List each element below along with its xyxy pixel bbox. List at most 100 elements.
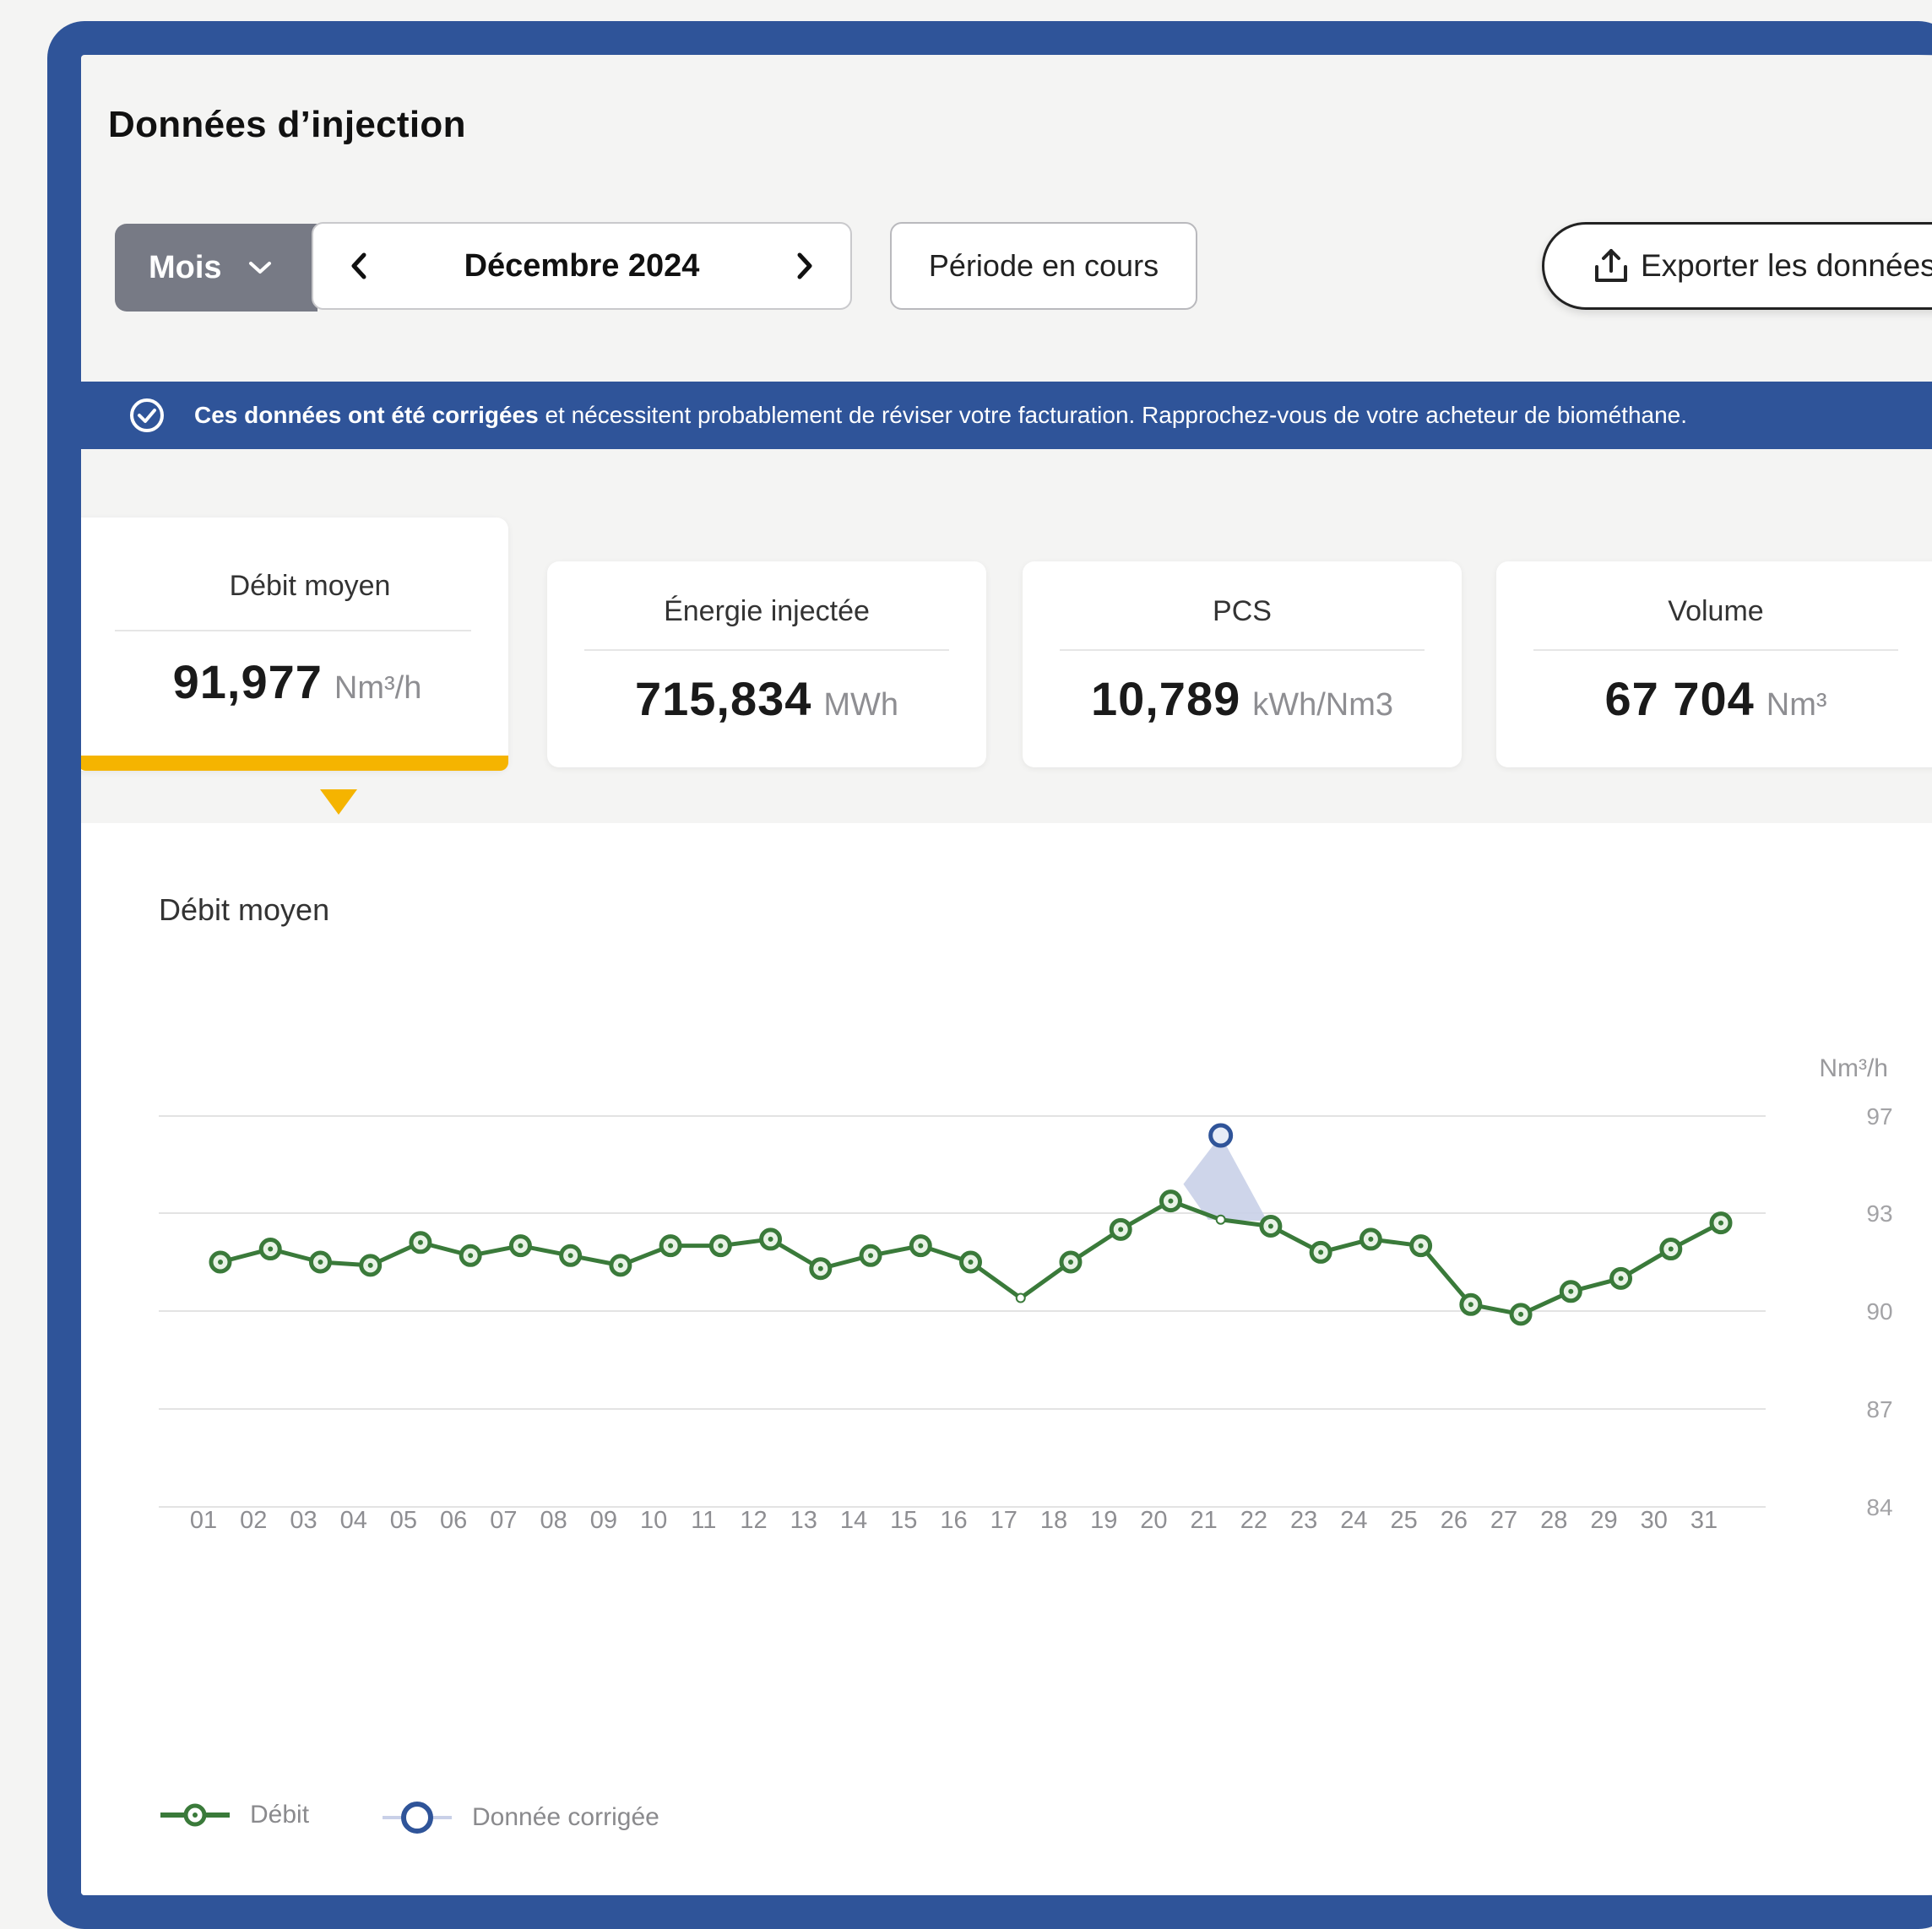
next-period-button[interactable] [788, 249, 822, 283]
x-tick-label: 13 [790, 1507, 817, 1534]
debit-data-point-center [1568, 1288, 1574, 1294]
debit-data-point-center [567, 1253, 573, 1259]
x-tick-label: 08 [540, 1507, 567, 1534]
previous-period-button[interactable] [342, 249, 376, 283]
x-tick-label: 18 [1040, 1507, 1067, 1534]
banner-text: et nécessitent probablement de réviser v… [538, 402, 1688, 428]
x-tick-label: 07 [490, 1507, 517, 1534]
y-tick-label: 90 [1866, 1298, 1892, 1325]
kpi-unit: MWh [823, 687, 899, 723]
debit-data-point-center [1318, 1249, 1324, 1255]
chevron-left-icon [351, 252, 366, 279]
x-tick-label: 03 [290, 1507, 317, 1534]
debit-data-point-center [417, 1239, 423, 1245]
x-tick-label: 11 [691, 1507, 716, 1534]
x-tick-label: 19 [1090, 1507, 1117, 1534]
kpi-unit: Nm³/h [334, 670, 422, 706]
kpi-card-debit[interactable]: Débit moyen 91,977 Nm³/h [81, 517, 508, 771]
kpi-unit: Nm³ [1766, 687, 1827, 723]
debit-data-point-center [768, 1236, 773, 1242]
x-tick-label: 29 [1590, 1507, 1617, 1534]
debit-data-point-center [918, 1243, 924, 1249]
x-tick-label: 12 [740, 1507, 767, 1534]
period-type-select[interactable]: Mois [115, 224, 317, 312]
chevron-down-icon [248, 262, 271, 274]
kpi-card-energie[interactable]: Énergie injectée 715,834 MWh [547, 561, 986, 767]
kpi-value: 715,834 MWh [547, 671, 986, 726]
x-tick-label: 02 [240, 1507, 267, 1534]
x-tick-label: 01 [190, 1507, 217, 1534]
debit-data-point-center [817, 1265, 823, 1271]
export-data-button[interactable]: Exporter les données [1542, 222, 1932, 310]
debit-data-point-center [968, 1260, 974, 1265]
kpi-value: 10,789 kWh/Nm3 [1023, 671, 1462, 726]
x-tick-label: 09 [590, 1507, 617, 1534]
active-indicator-bar [81, 756, 508, 771]
debit-data-point-center [268, 1246, 274, 1252]
x-tick-label: 04 [340, 1507, 367, 1534]
period-type-label: Mois [149, 249, 222, 285]
banner-strong-text: Ces données ont été corrigées [194, 402, 539, 428]
x-tick-label: 25 [1390, 1507, 1417, 1534]
page-title: Données d’injection [108, 104, 466, 145]
legend-debit-label: Débit [250, 1801, 310, 1829]
current-period-label: Décembre 2024 [464, 247, 700, 284]
kpi-label: PCS [1213, 595, 1272, 627]
kpi-divider [1060, 649, 1425, 651]
x-tick-label: 30 [1641, 1507, 1668, 1534]
correction-banner: Ces données ont été corrigées et nécessi… [81, 382, 1932, 449]
debit-data-point-center [1668, 1246, 1674, 1252]
debit-data-point-center [1267, 1223, 1273, 1229]
debit-data-point-center [718, 1243, 724, 1249]
x-tick-label: 20 [1140, 1507, 1167, 1534]
debit-data-point-center [868, 1253, 874, 1259]
debit-data-point [1215, 1214, 1226, 1225]
debit-line-chart: Nm³/h 97 93 90 87 84 01 02 03 04 05 06 07 08 09 10 11 12 1… [159, 1054, 1893, 1534]
kpi-number: 10,789 [1090, 672, 1241, 725]
debit-data-point-center [218, 1260, 223, 1265]
kpi-value: 91,977 Nm³/h [81, 654, 508, 709]
kpi-number: 91,977 [172, 655, 323, 708]
debit-data-point-center [1067, 1260, 1073, 1265]
debit-data-point-center [1418, 1243, 1424, 1249]
x-tick-label: 21 [1191, 1507, 1218, 1534]
kpi-label: Débit moyen [229, 570, 391, 602]
debit-data-point-center [1618, 1276, 1624, 1281]
kpi-card-pcs[interactable]: PCS 10,789 kWh/Nm3 [1023, 561, 1462, 767]
x-tick-label: 24 [1340, 1507, 1367, 1534]
kpi-label: Énergie injectée [664, 595, 870, 627]
debit-data-point-center [617, 1262, 623, 1268]
chevron-right-icon [797, 252, 812, 279]
app-frame: Données d’injection Mois Décembre 2024 P… [47, 21, 1932, 1929]
x-tick-label: 31 [1690, 1507, 1718, 1534]
x-tick-label: 23 [1290, 1507, 1317, 1534]
export-data-label: Exporter les données [1641, 248, 1932, 283]
active-indicator-pointer [320, 789, 357, 815]
legend-item-debit[interactable]: Débit [159, 1801, 309, 1829]
debit-data-point [1015, 1292, 1026, 1303]
x-tick-label: 26 [1441, 1507, 1468, 1534]
debit-data-point-center [317, 1260, 323, 1265]
x-tick-label: 15 [890, 1507, 917, 1534]
legend-debit-swatch [160, 1803, 230, 1827]
check-circle-icon [130, 398, 164, 432]
corrected-data-point [1208, 1123, 1234, 1148]
kpi-number: 67 704 [1604, 672, 1755, 725]
y-tick-label: 84 [1866, 1494, 1892, 1520]
x-tick-label: 05 [390, 1507, 417, 1534]
kpi-label: Volume [1668, 595, 1764, 627]
debit-data-point-center [1118, 1227, 1124, 1233]
debit-data-point-center [1168, 1198, 1174, 1204]
kpi-number: 715,834 [634, 672, 812, 725]
upload-icon [1595, 249, 1627, 282]
legend-item-corrected[interactable]: Donnée corrigée [381, 1801, 659, 1834]
x-tick-label: 17 [990, 1507, 1018, 1534]
page-content: Données d’injection Mois Décembre 2024 P… [81, 55, 1932, 1895]
debit-data-point-center [668, 1243, 674, 1249]
banner-message: Ces données ont été corrigées et nécessi… [194, 402, 1687, 429]
y-axis-unit: Nm³/h [1819, 1054, 1888, 1082]
legend-corrected-label: Donnée corrigée [472, 1803, 659, 1831]
current-period-button[interactable]: Période en cours [890, 222, 1197, 310]
x-tick-label: 14 [840, 1507, 867, 1534]
kpi-card-volume[interactable]: Volume 67 704 Nm³ [1496, 561, 1932, 767]
